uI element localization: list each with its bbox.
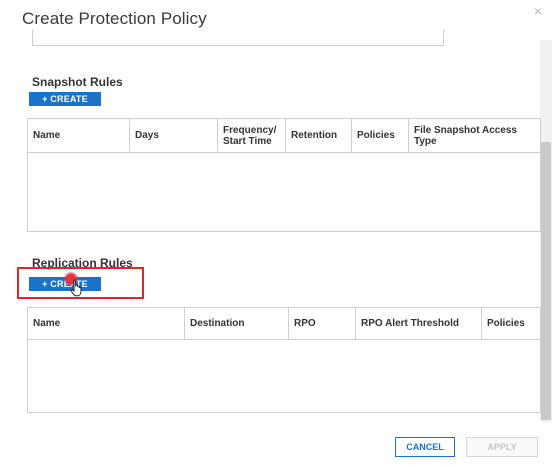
column-header-policies[interactable]: Policies [482,308,540,339]
scrollbar-thumb[interactable] [541,142,551,420]
column-header-policies[interactable]: Policies [352,119,409,152]
hand-pointer-icon [70,279,82,297]
replication-table-header: Name Destination RPO RPO Alert Threshold… [28,308,540,340]
snapshot-rules-table: Name Days Frequency/ Start Time Retentio… [27,118,541,232]
cancel-button[interactable]: CANCEL [395,437,455,457]
apply-button[interactable]: APPLY [466,437,538,457]
create-protection-policy-dialog: Create Protection Policy × Snapshot Rule… [0,0,558,465]
snapshot-create-button[interactable]: + CREATE [29,92,101,106]
close-icon[interactable]: × [530,3,546,19]
column-header-frequency[interactable]: Frequency/ Start Time [218,119,286,152]
column-header-name[interactable]: Name [28,308,185,339]
column-header-file-snapshot-access-type[interactable]: File Snapshot Access Type [409,119,540,152]
dialog-title: Create Protection Policy [22,9,207,28]
description-field[interactable] [32,30,444,46]
column-header-destination[interactable]: Destination [185,308,289,339]
column-header-retention[interactable]: Retention [286,119,352,152]
column-header-rpo[interactable]: RPO [289,308,356,339]
column-header-days[interactable]: Days [130,119,218,152]
column-header-rpo-alert-threshold[interactable]: RPO Alert Threshold [356,308,482,339]
column-header-name[interactable]: Name [28,119,130,152]
snapshot-table-header: Name Days Frequency/ Start Time Retentio… [28,119,540,153]
replication-rules-table: Name Destination RPO RPO Alert Threshold… [27,307,541,413]
snapshot-rules-heading: Snapshot Rules [32,75,123,89]
